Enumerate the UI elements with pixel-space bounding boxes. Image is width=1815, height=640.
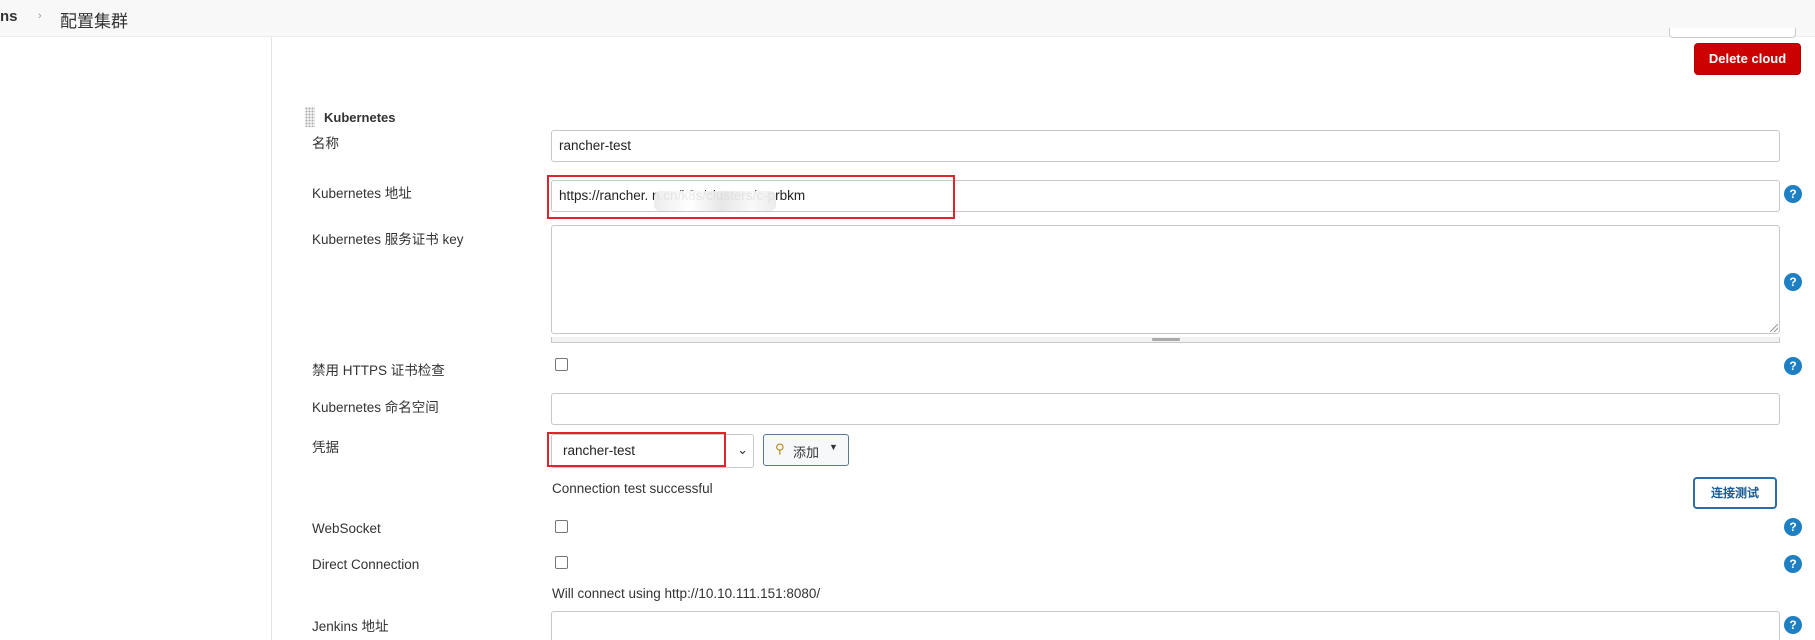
- breadcrumb-app-link[interactable]: ns: [0, 8, 18, 25]
- connection-status-text: Connection test successful: [552, 481, 713, 496]
- breadcrumb: ns › 配置集群: [0, 0, 1815, 37]
- kubernetes-url-label: Kubernetes 地址: [312, 186, 412, 201]
- direct-connection-label: Direct Connection: [312, 557, 420, 572]
- help-icon[interactable]: ?: [1784, 616, 1802, 634]
- add-credentials-button[interactable]: ⚲ 添加 ▼: [763, 434, 849, 466]
- breadcrumb-current-page[interactable]: 配置集群: [60, 7, 128, 32]
- chevron-down-icon: ⌄: [737, 442, 748, 457]
- drag-handle-icon[interactable]: [305, 107, 315, 127]
- credentials-label: 凭据: [312, 440, 339, 455]
- add-credentials-label: 添加: [793, 445, 820, 460]
- disable-https-label: 禁用 HTTPS 证书检查: [312, 363, 445, 378]
- namespace-input[interactable]: [551, 393, 1780, 425]
- disable-https-checkbox[interactable]: [555, 358, 568, 371]
- section-title: Kubernetes: [324, 110, 396, 125]
- websocket-label: WebSocket: [312, 521, 381, 536]
- breadcrumb-separator-icon: ›: [38, 10, 42, 22]
- help-icon[interactable]: ?: [1784, 555, 1802, 573]
- key-icon: ⚲: [775, 441, 785, 456]
- namespace-label: Kubernetes 命名空间: [312, 400, 439, 415]
- previous-section-button-edge[interactable]: [1669, 28, 1796, 38]
- textarea-expand-bar[interactable]: [551, 337, 1780, 343]
- jenkins-url-label: Jenkins 地址: [312, 619, 389, 634]
- redaction-blur: [654, 191, 776, 211]
- name-label: 名称: [312, 136, 339, 151]
- websocket-checkbox[interactable]: [555, 520, 568, 533]
- direct-connection-checkbox[interactable]: [555, 556, 568, 569]
- expand-handle-icon[interactable]: [1152, 338, 1180, 341]
- name-input[interactable]: rancher-test: [551, 130, 1780, 162]
- help-icon[interactable]: ?: [1784, 357, 1802, 375]
- jenkins-url-input[interactable]: [551, 611, 1780, 640]
- help-icon[interactable]: ?: [1784, 518, 1802, 536]
- help-icon[interactable]: ?: [1784, 185, 1802, 203]
- credentials-selected-value: rancher-test: [563, 443, 636, 458]
- caret-down-icon: ▼: [829, 442, 838, 452]
- cert-key-label: Kubernetes 服务证书 key: [312, 232, 464, 247]
- help-icon[interactable]: ?: [1784, 273, 1802, 291]
- test-connection-button[interactable]: 连接测试: [1693, 477, 1777, 509]
- credentials-select[interactable]: rancher-test ⌄: [551, 434, 754, 468]
- cert-key-textarea[interactable]: [551, 225, 1780, 334]
- direct-connection-hint: Will connect using http://10.10.111.151:…: [552, 586, 821, 601]
- side-panel: [0, 37, 272, 640]
- delete-cloud-button[interactable]: Delete cloud: [1694, 43, 1801, 75]
